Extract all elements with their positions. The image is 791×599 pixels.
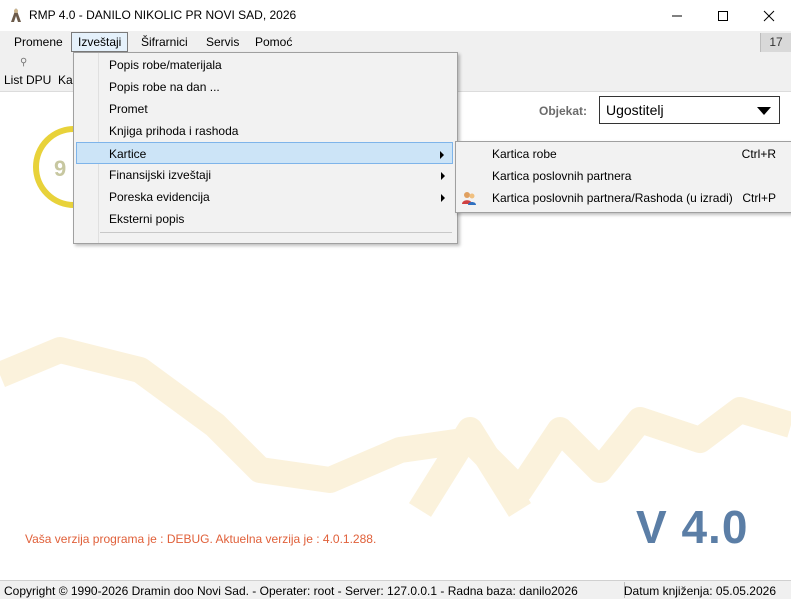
toolbar-ka[interactable]: Ka (58, 73, 73, 87)
submenu-arrow-icon (441, 172, 445, 180)
status-posting-date: Datum knjiženja: 05.05.2026 (623, 584, 776, 598)
dropdown-arrow-icon (757, 107, 771, 115)
shortcut-label: Ctrl+R (741, 147, 776, 161)
menu-item-label: Eksterni popis (109, 212, 185, 226)
menu-item-label: Promet (109, 102, 148, 116)
window-title: RMP 4.0 - DANILO NIKOLIC PR NOVI SAD, 20… (29, 8, 297, 22)
maximize-icon (718, 10, 728, 21)
submenu-item-label: Kartica poslovnih partnera/Rashoda (u iz… (492, 191, 733, 205)
menu-pomoc[interactable]: Pomoć (249, 33, 298, 51)
menu-izvestaji[interactable]: Izveštaji (71, 32, 129, 52)
submenu-arrow-icon (440, 151, 444, 159)
maximize-button[interactable] (700, 0, 746, 31)
submenu-item-label: Kartica poslovnih partnera (492, 169, 632, 183)
pin-icon: ⚲ (20, 57, 28, 68)
objekat-label: Objekat: (539, 104, 588, 118)
app-icon (11, 8, 21, 22)
izvestaji-dropdown: Popis robe/materijala Popis robe na dan … (73, 52, 458, 244)
title-bar: RMP 4.0 - DANILO NIKOLIC PR NOVI SAD, 20… (0, 0, 791, 31)
menu-servis[interactable]: Servis (200, 33, 245, 51)
status-bar: Copyright © 1990-2026 Dramin doo Novi Sa… (0, 580, 791, 599)
version-label: V 4.0 (636, 501, 749, 553)
notification-badge: 17 (760, 33, 791, 52)
submenu-item-label: Kartica robe (492, 147, 557, 161)
minimize-icon (672, 15, 682, 16)
status-copyright: Copyright © 1990-2026 Dramin doo Novi Sa… (4, 584, 578, 598)
submenu-item-kartica-robe[interactable]: Kartica robe Ctrl+R (458, 143, 790, 165)
menu-item-label: Popis robe na dan ... (109, 80, 220, 94)
menu-item-label: Popis robe/materijala (109, 58, 222, 72)
close-button[interactable] (746, 0, 791, 31)
menu-separator (100, 232, 452, 233)
menu-sifrarnici[interactable]: Šifrarnici (135, 33, 194, 51)
toolbar-list-dpu[interactable]: List DPU (4, 73, 51, 87)
close-icon (763, 10, 774, 21)
menu-item-label: Finansijski izveštaji (109, 168, 212, 182)
submenu-arrow-icon (441, 194, 445, 202)
menu-item-finansijski[interactable]: Finansijski izveštaji (76, 164, 453, 186)
menu-item-eksterni-popis[interactable]: Eksterni popis (76, 208, 453, 230)
menu-item-label: Poreska evidencija (109, 190, 210, 204)
users-icon (462, 192, 476, 205)
submenu-item-kartica-partnera-rashoda[interactable]: Kartica poslovnih partnera/Rashoda (u iz… (458, 187, 790, 209)
minimize-button[interactable] (654, 0, 700, 31)
menu-item-label: Kartice (109, 147, 147, 161)
menu-item-popis-robe[interactable]: Popis robe/materijala (76, 54, 453, 76)
menu-item-promet[interactable]: Promet (76, 98, 453, 120)
menu-item-knjiga-prihoda[interactable]: Knjiga prihoda i rashoda (76, 120, 453, 142)
shortcut-label: Ctrl+P (742, 191, 776, 205)
menu-item-label: Knjiga prihoda i rashoda (109, 124, 239, 138)
objekat-value: Ugostitelj (606, 102, 664, 118)
menu-item-kartice[interactable]: Kartice (76, 142, 453, 164)
menu-promene[interactable]: Promene (8, 33, 69, 51)
kartice-submenu: Kartica robe Ctrl+R Kartica poslovnih pa… (455, 141, 791, 213)
menu-item-poreska[interactable]: Poreska evidencija (76, 186, 453, 208)
menu-item-popis-robe-na-dan[interactable]: Popis robe na dan ... (76, 76, 453, 98)
version-message: Vaša verzija programa je : DEBUG. Aktuel… (25, 532, 377, 546)
menu-bar: Promene Izveštaji Šifrarnici Servis Pomo… (0, 31, 791, 53)
submenu-item-kartica-partnera[interactable]: Kartica poslovnih partnera (458, 165, 790, 187)
svg-text:9: 9 (54, 156, 66, 181)
objekat-select[interactable]: Ugostitelj (599, 96, 780, 124)
